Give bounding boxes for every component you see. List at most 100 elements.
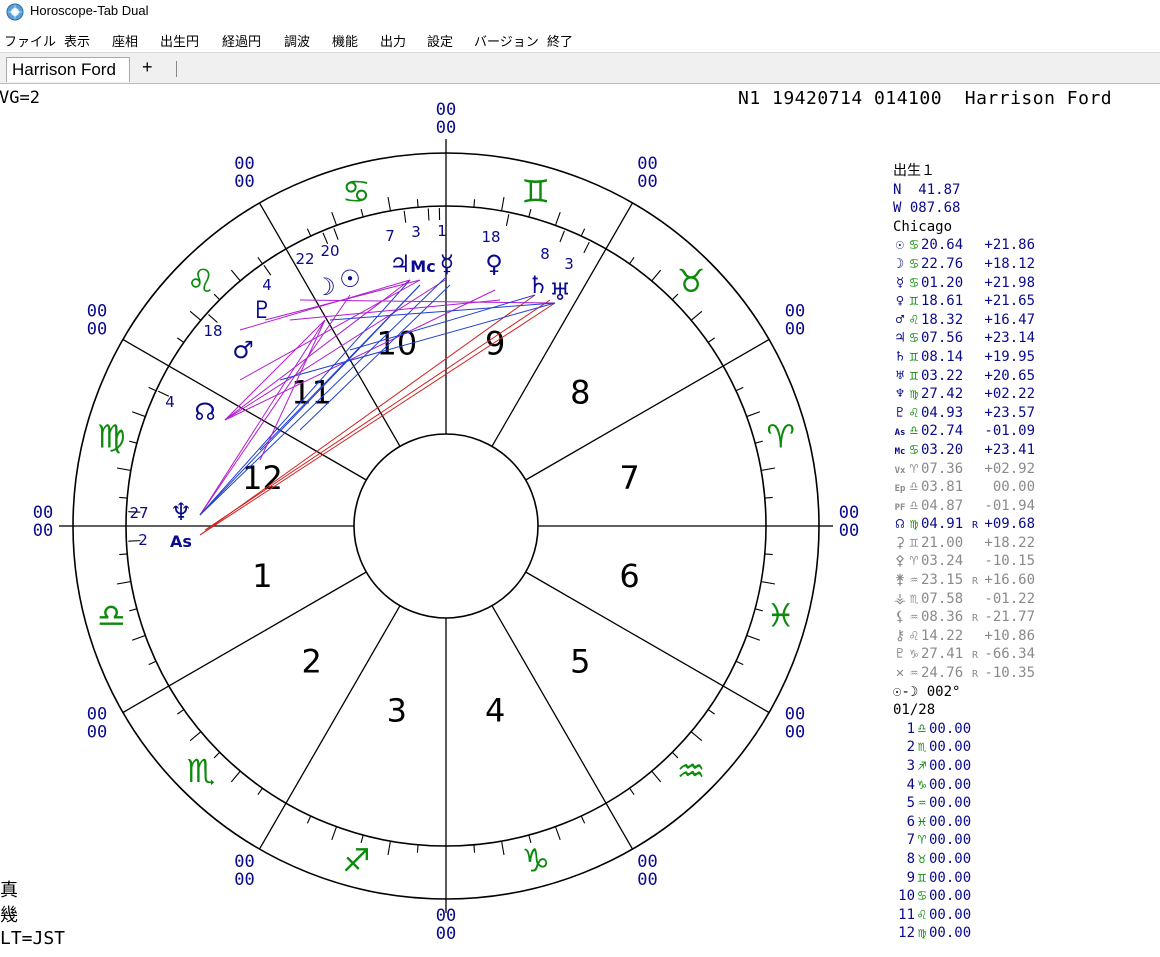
cusp-degree-label: 00: [637, 852, 657, 872]
cusp-degree-label: 00: [785, 705, 805, 725]
planet-moon-icon[interactable]: ☽: [314, 273, 336, 301]
zodiac-sign-icon: ♍: [909, 516, 919, 533]
footer-timezone: LT=JST: [0, 928, 66, 949]
planet-marker: [427, 208, 430, 221]
house-number-4: 4: [485, 692, 505, 730]
other-glyph: ✕: [895, 665, 905, 682]
declination-value: +02.92: [984, 460, 1035, 477]
house-cusp-line: [258, 605, 401, 850]
zodiac-sign-icon: ♊: [909, 293, 919, 310]
menu-settings[interactable]: 設定: [427, 31, 453, 50]
house-number-2: 2: [301, 642, 321, 680]
longitude-value: 27.41: [921, 646, 964, 663]
planet-degree-label: 18: [203, 322, 222, 340]
zodiac-taurus-icon: ♉: [677, 262, 706, 300]
sun-glyph: ☉: [895, 237, 905, 254]
planet-ascendant-icon[interactable]: As: [170, 532, 192, 551]
saturn-glyph: ♄: [895, 348, 905, 365]
menu-view[interactable]: 表示: [64, 31, 90, 50]
ceres-glyph: ⚳: [894, 534, 906, 551]
add-tab-button[interactable]: +: [142, 57, 153, 78]
zodiac-cancer-icon: ♋: [342, 172, 371, 210]
vesta-glyph: ⚶: [894, 590, 906, 607]
aspect-line: [279, 302, 556, 381]
declination-value: +02.22: [984, 386, 1035, 403]
degree-tick: [416, 844, 419, 853]
menu-version[interactable]: バージョン: [474, 31, 539, 50]
planet-uranus-icon[interactable]: ♅: [549, 278, 571, 306]
cusp-degree-label: 00: [637, 172, 657, 192]
planet-jupiter-icon[interactable]: ♃: [389, 250, 411, 278]
menu-output[interactable]: 出力: [380, 31, 406, 50]
house-number: 11: [898, 906, 915, 923]
zodiac-sign-icon: ♎: [917, 720, 927, 737]
planet-mars-icon[interactable]: ♂: [232, 336, 254, 364]
declination-value: +20.65: [984, 367, 1035, 384]
degree-tick: [131, 411, 146, 418]
zodiac-sign-icon: ♌: [909, 404, 919, 421]
menu-file[interactable]: ファイル: [4, 31, 56, 50]
zodiac-sign-icon: ♋: [909, 330, 919, 347]
planet-node-icon[interactable]: ☊: [194, 398, 215, 426]
declination-value: -01.22: [984, 590, 1035, 607]
cusp-degree-label: 00: [637, 870, 657, 890]
cusp-degree: 00.00: [929, 888, 972, 905]
menu-aspects[interactable]: 座相: [112, 31, 138, 50]
info-panel: 出生１ N 41.87 W 087.68 Chicago ☉ ♋ 20.64 +21.…: [893, 162, 1158, 943]
sun-moon-angle: ☉-☽ 002°: [893, 683, 961, 700]
menu-natal-circle[interactable]: 出生円: [160, 31, 199, 50]
longitude-value: 14.22: [921, 627, 964, 644]
house-number-9: 9: [485, 324, 505, 362]
declination-value: -10.15: [984, 553, 1035, 570]
house-cusp-row: 3 ♐ 00.00: [893, 757, 1158, 776]
degree-tick: [707, 337, 715, 343]
pluto-glyph: ♇: [895, 404, 905, 421]
juno-glyph: ⚵: [894, 572, 906, 589]
degree-tick: [131, 634, 146, 641]
house-number-3: 3: [387, 692, 407, 730]
planet-marker: [128, 511, 141, 513]
cusp-degree: 00.00: [929, 758, 972, 774]
body-position-list: ☉ ♋ 20.64 +21.86 ☽ ♋ 22.76 +18.12 ☿ ♋ 01.20 +21.98 ♀…: [893, 236, 1158, 682]
planet-degree-label: 18: [481, 228, 500, 246]
menu-functions[interactable]: 機能: [332, 31, 358, 50]
longitude-value: 04.91: [921, 516, 964, 533]
planet-venus-icon[interactable]: ♀: [485, 250, 503, 278]
planet-mercury-icon[interactable]: ☿: [440, 250, 455, 278]
zodiac-sign-icon: ♈: [917, 832, 927, 849]
planet-saturn-icon[interactable]: ♄: [527, 271, 549, 299]
zodiac-sign-icon: ♎: [909, 423, 919, 440]
zodiac-sign-icon: ♊: [909, 534, 919, 551]
cusp-degree-label: 00: [436, 906, 456, 926]
house-number: 10: [898, 888, 915, 905]
menu-transit-circle[interactable]: 経過円: [222, 31, 261, 50]
zodiac-sign-icon: ♏: [917, 739, 927, 756]
cusp-degree-label: 00: [234, 172, 254, 192]
degree-tick: [257, 257, 263, 265]
cusp-degree: 00.00: [929, 739, 972, 756]
degree-tick: [754, 440, 763, 444]
longitude-value: 18.61: [921, 293, 964, 310]
menu-harmonics[interactable]: 調波: [284, 31, 310, 50]
longitude-value: 08.36: [921, 609, 964, 626]
cusp-degree-label: 00: [87, 320, 107, 340]
degree-tick: [746, 411, 761, 418]
zodiac-sign-icon: ♍: [917, 925, 927, 942]
menu-exit[interactable]: 終了: [547, 31, 573, 50]
horoscope-wheel[interactable]: 0000000000000000000000000000000000000000…: [0, 100, 890, 957]
degree-tick: [651, 269, 662, 282]
planet-neptune-icon[interactable]: ♆: [170, 498, 192, 526]
planet-degree-label: 7: [385, 227, 395, 245]
planet-midheaven-icon[interactable]: Mc: [410, 257, 435, 276]
body-row-node: ☊ ♍ 04.91 R +09.68: [893, 515, 1158, 534]
degree-tick: [501, 196, 505, 211]
tab-chart[interactable]: Harrison Ford: [6, 57, 130, 82]
zodiac-aries-icon: ♈: [766, 417, 795, 455]
planet-degree-label: 3: [411, 223, 421, 241]
planet-pluto-icon[interactable]: ♇: [251, 296, 273, 324]
longitude-value: 03.20: [921, 441, 964, 458]
zodiac-virgo-icon: ♍: [97, 417, 126, 455]
zodiac-sign-icon: ♒: [909, 572, 919, 589]
planet-sun-icon[interactable]: ☉: [339, 265, 361, 293]
neptune-glyph: ♆: [895, 386, 905, 403]
